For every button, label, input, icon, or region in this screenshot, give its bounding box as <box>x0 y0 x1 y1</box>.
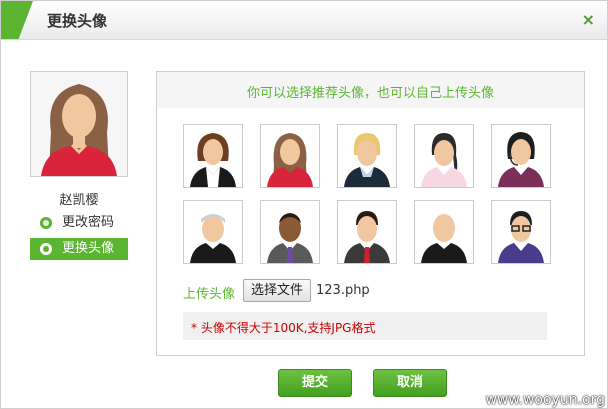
avatar-option[interactable] <box>414 124 474 188</box>
panel-hint: 你可以选择推荐头像，也可以自己上传头像 <box>246 86 494 101</box>
upload-notice: * 头像不得大于100K,支持JPG格式 <box>183 312 547 340</box>
dialog-titlebar: 更换头像 × <box>1 1 607 40</box>
gear-icon <box>40 217 52 229</box>
avatar-option[interactable] <box>183 200 243 264</box>
sidebar-item-label: 更改密码 <box>62 215 115 230</box>
selected-file-name: 123.php <box>316 283 370 298</box>
username: 赵凯樱 <box>59 193 99 208</box>
avatar-option[interactable] <box>183 124 243 188</box>
avatar-option[interactable] <box>491 200 551 264</box>
upload-notice-text: * 头像不得大于100K,支持JPG格式 <box>191 321 376 335</box>
gear-icon <box>40 243 52 255</box>
current-avatar <box>30 71 128 177</box>
avatar-option[interactable] <box>337 124 397 188</box>
submit-button[interactable]: 提交 <box>278 369 352 397</box>
change-avatar-dialog: 更换头像 × 赵凯樱 更改密码 更换头像 你可以选择推荐头像，也可以自己上传头像 <box>0 0 608 409</box>
title-accent <box>1 1 33 39</box>
sidebar-item-label: 更换头像 <box>62 241 115 256</box>
upload-label: 上传头像 <box>183 287 236 302</box>
close-icon[interactable]: × <box>582 10 595 29</box>
avatar-option[interactable] <box>414 200 474 264</box>
avatar-option[interactable] <box>260 200 320 264</box>
choose-file-button[interactable]: 选择文件 <box>243 279 311 302</box>
dialog-title: 更换头像 <box>47 12 108 30</box>
sidebar-item-change-avatar[interactable]: 更换头像 <box>30 238 128 260</box>
watermark: www.wooyun.org <box>485 392 605 408</box>
cancel-button[interactable]: 取消 <box>373 369 447 397</box>
avatar-option[interactable] <box>260 124 320 188</box>
sidebar-item-change-password[interactable]: 更改密码 <box>30 212 128 234</box>
avatar-option[interactable] <box>337 200 397 264</box>
panel-header: 你可以选择推荐头像，也可以自己上传头像 <box>157 72 584 108</box>
avatar-option[interactable] <box>491 124 551 188</box>
